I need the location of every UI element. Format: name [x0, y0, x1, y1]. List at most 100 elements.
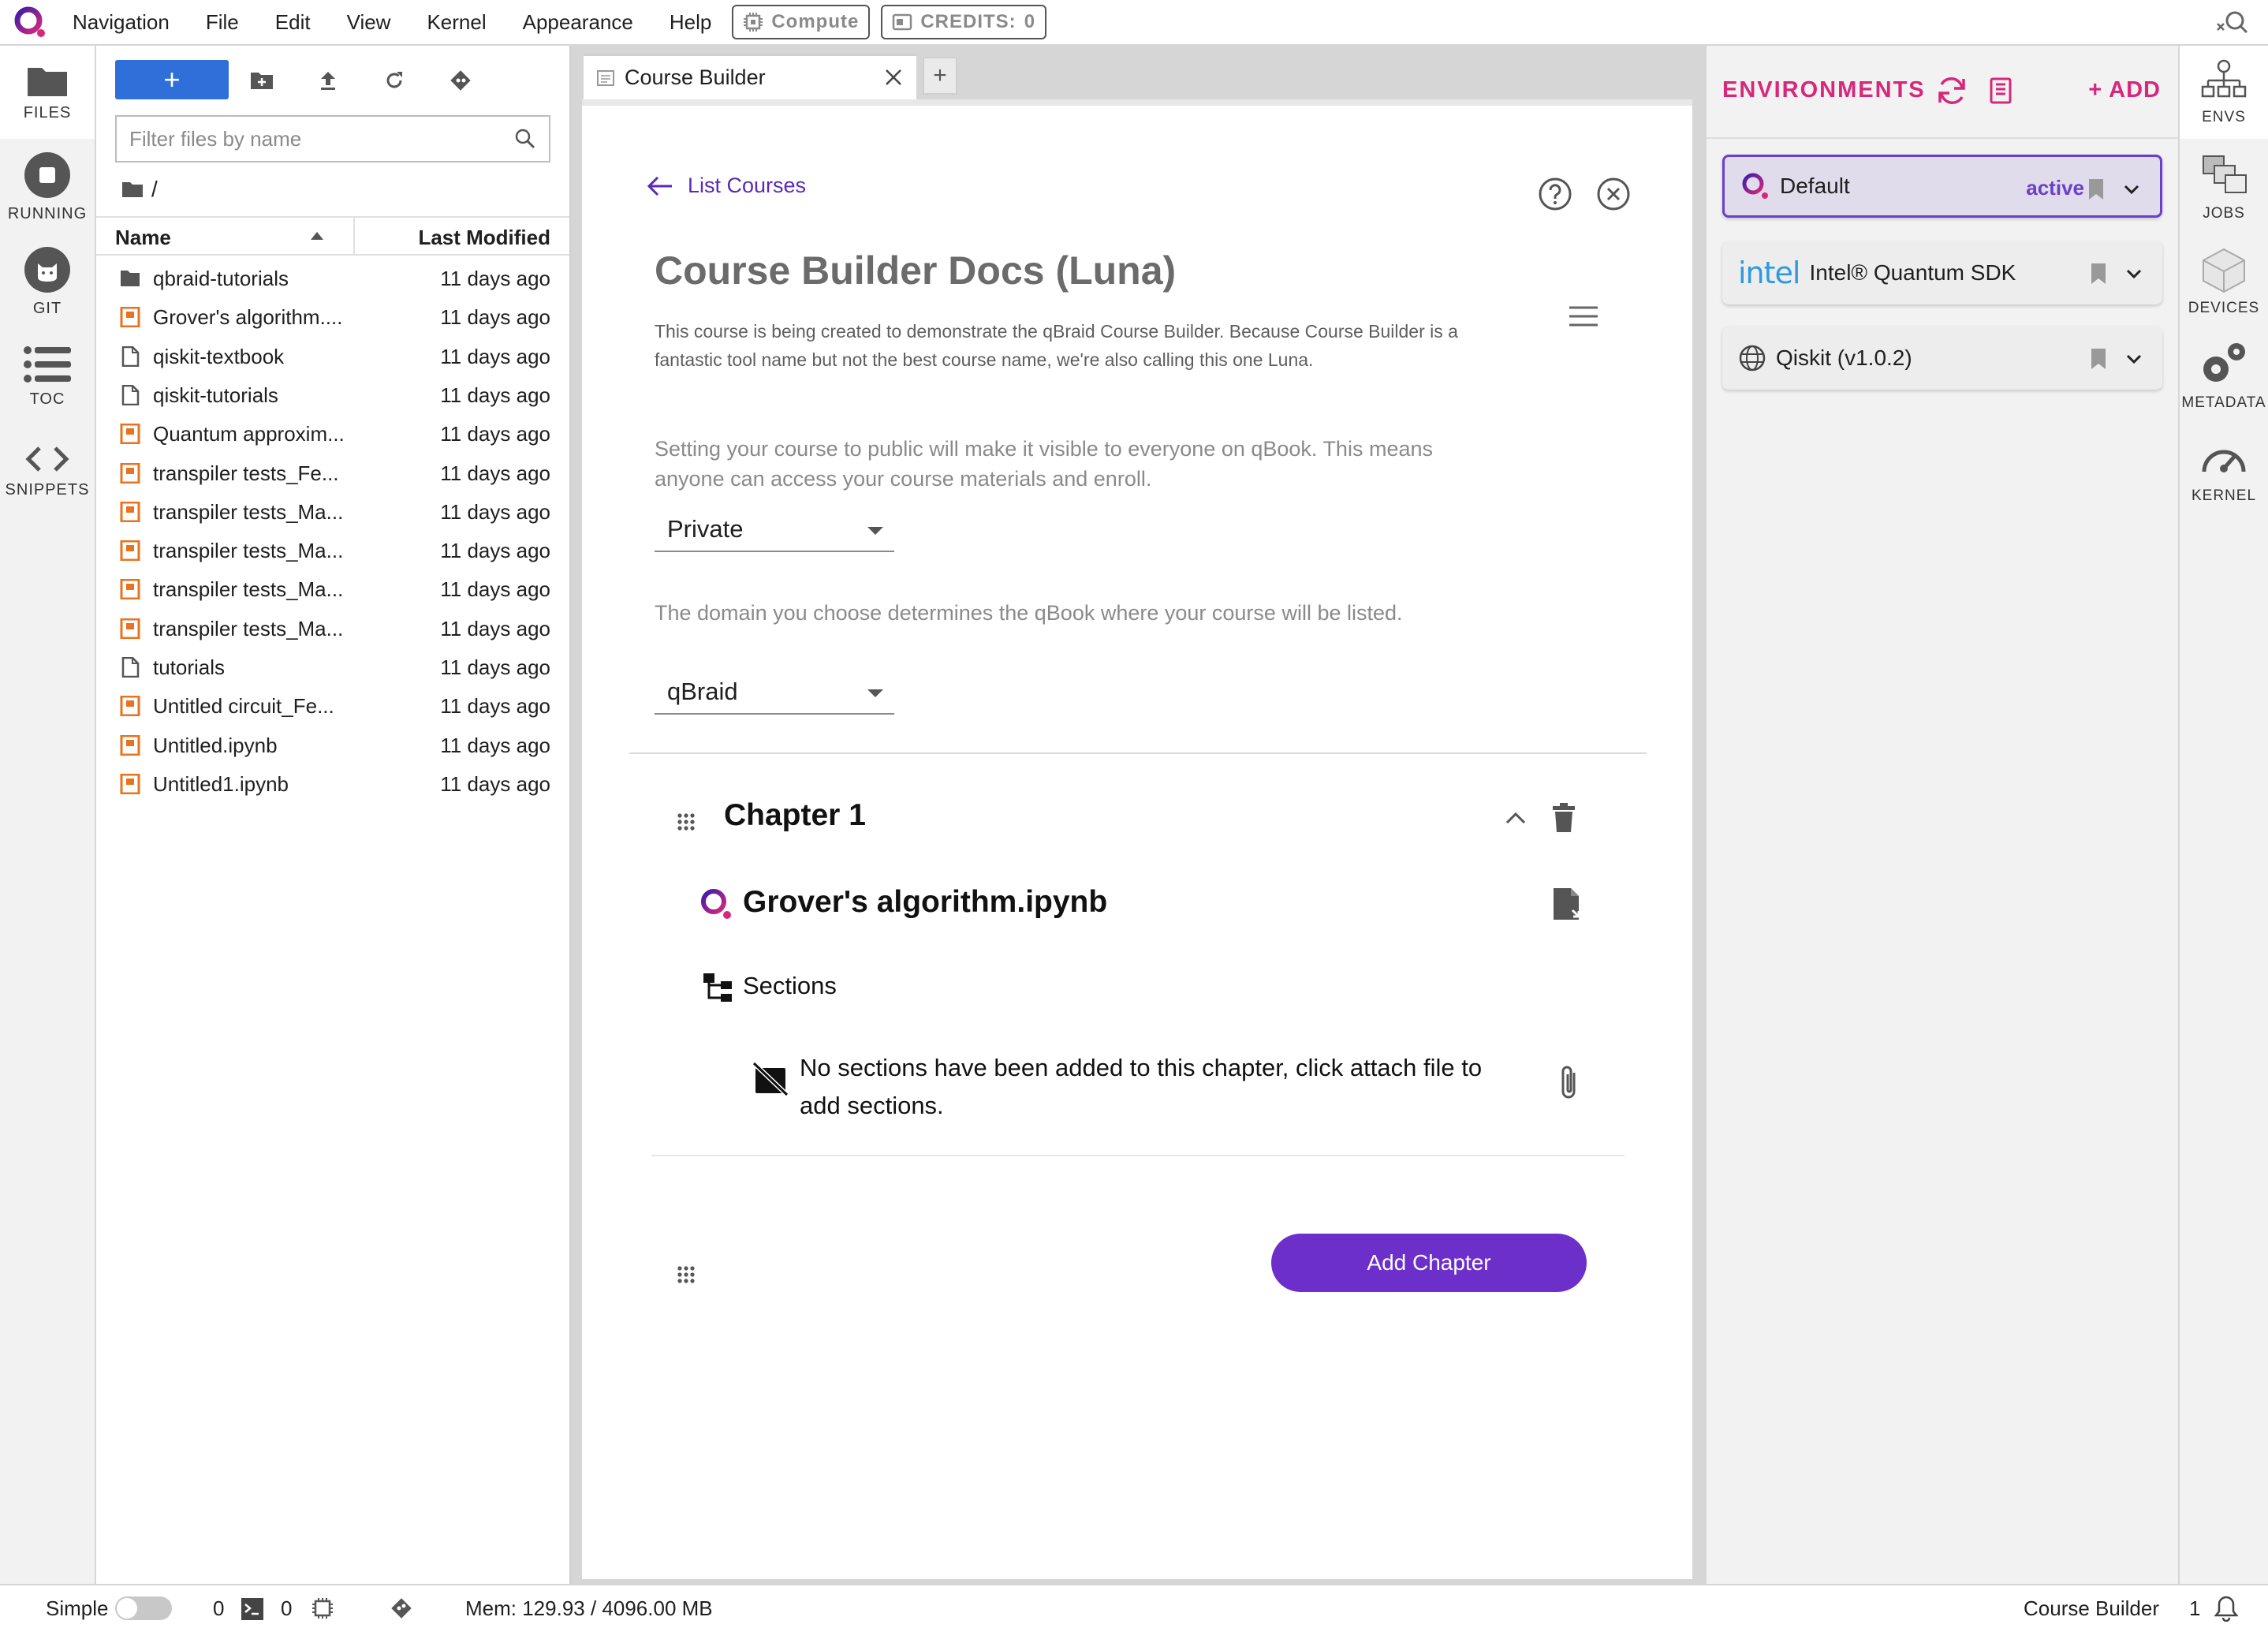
new-folder-button[interactable]: [244, 63, 279, 98]
file-list-item[interactable]: Untitled circuit_Fe... 11 days ago: [96, 686, 569, 725]
file-list-item[interactable]: transpiler tests_Ma... 11 days ago: [96, 531, 569, 569]
menu-file[interactable]: File: [206, 10, 239, 35]
activity-tab-snippets[interactable]: SNIPPETS: [0, 424, 95, 517]
sections-label: Sections: [743, 972, 837, 999]
file-list-item[interactable]: tutorials 11 days ago: [96, 648, 569, 686]
refresh-button[interactable]: [377, 63, 412, 98]
chevron-down-icon[interactable]: [2126, 268, 2142, 279]
bell-icon[interactable]: [2214, 1595, 2238, 1622]
menu-edit[interactable]: Edit: [275, 10, 311, 35]
menu-help[interactable]: Help: [670, 10, 711, 35]
git-clone-button[interactable]: [443, 63, 478, 98]
activity-tab-kernel[interactable]: KERNEL: [2180, 424, 2268, 517]
credits-badge[interactable]: CREDITS: 0: [881, 5, 1047, 39]
notification-count[interactable]: 1: [2189, 1596, 2200, 1621]
close-circle-icon[interactable]: [1596, 177, 1631, 211]
add-environment-button[interactable]: + ADD: [2088, 77, 2161, 103]
menu-kernel[interactable]: Kernel: [427, 10, 486, 35]
add-tab-button[interactable]: +: [923, 57, 957, 95]
activity-tab-toc[interactable]: TOC: [0, 330, 95, 423]
chevron-down-icon[interactable]: [2124, 184, 2139, 195]
activity-tab-jobs[interactable]: JOBS: [2180, 140, 2268, 233]
activity-tab-metadata[interactable]: METADATA: [2180, 330, 2268, 423]
qbraid-logo-icon[interactable]: [11, 3, 49, 41]
trash-icon[interactable]: [1552, 803, 1576, 833]
column-modified-header[interactable]: Last Modified: [418, 226, 550, 250]
course-description[interactable]: This course is being created to demonstr…: [655, 317, 1506, 374]
chapter-notebook-title[interactable]: Grover's algorithm.ipynb: [743, 885, 1107, 920]
bookmark-icon[interactable]: [2090, 347, 2107, 371]
open-file-icon[interactable]: [1552, 887, 1583, 921]
new-launcher-button[interactable]: +: [115, 60, 229, 99]
file-list-item[interactable]: Grover's algorithm.... 11 days ago: [96, 297, 569, 336]
bookmark-icon[interactable]: [2090, 262, 2107, 286]
git-icon[interactable]: [390, 1596, 413, 1620]
list-courses-link[interactable]: List Courses: [647, 174, 806, 198]
book-icon[interactable]: [1989, 77, 2012, 104]
help-icon[interactable]: [1538, 177, 1572, 211]
compute-button[interactable]: Compute: [732, 5, 871, 39]
close-icon[interactable]: [883, 67, 904, 88]
upload-button[interactable]: [311, 63, 345, 98]
visibility-value: Private: [667, 515, 744, 543]
menu-navigation[interactable]: Navigation: [73, 10, 170, 35]
add-chapter-button[interactable]: Add Chapter: [1271, 1234, 1587, 1292]
drag-handle-icon[interactable]: [677, 1265, 696, 1284]
tab-label: Course Builder: [625, 65, 766, 89]
file-list-item[interactable]: transpiler tests_Ma... 11 days ago: [96, 609, 569, 648]
sort-ascending-icon[interactable]: [311, 232, 323, 240]
folder-icon[interactable]: [121, 181, 144, 198]
environment-intel-quantum-sdk[interactable]: intel Intel® Quantum SDK: [1722, 241, 2162, 304]
activity-tab-envs[interactable]: ENVS: [2180, 46, 2268, 139]
file-icon: [121, 657, 140, 678]
envs-icon: [2201, 59, 2247, 98]
activity-tab-running[interactable]: RUNNING: [0, 140, 95, 233]
column-divider[interactable]: [353, 218, 355, 256]
paperclip-icon[interactable]: [1560, 1065, 1579, 1101]
notebook-icon: [120, 618, 140, 639]
kernels-count[interactable]: 0: [213, 1596, 224, 1621]
chevron-down-icon[interactable]: [2126, 353, 2142, 364]
activity-tab-devices[interactable]: DEVICES: [2180, 235, 2268, 328]
menu-view[interactable]: View: [347, 10, 391, 35]
breadcrumb-path[interactable]: /: [151, 177, 158, 202]
course-title[interactable]: Course Builder Docs (Luna): [655, 248, 1176, 293]
activity-tab-git[interactable]: GIT: [0, 235, 95, 328]
tab-course-builder[interactable]: Course Builder: [584, 54, 916, 99]
file-list-item[interactable]: qbraid-tutorials 11 days ago: [96, 259, 569, 297]
filter-files-input[interactable]: [129, 126, 514, 151]
file-list-item[interactable]: qiskit-textbook 11 days ago: [96, 337, 569, 375]
simple-mode-toggle[interactable]: [115, 1596, 172, 1620]
menu-icon[interactable]: [1568, 304, 1599, 328]
filter-files-field[interactable]: [115, 115, 550, 162]
column-name-header[interactable]: Name: [115, 226, 171, 250]
chapter-title[interactable]: Chapter 1: [724, 798, 866, 833]
bookmark-icon[interactable]: [2087, 177, 2105, 201]
file-list-item[interactable]: Quantum approxim... 11 days ago: [96, 414, 569, 453]
main-dock: Course Builder + List Courses Course Bui…: [571, 46, 1705, 1584]
domain-value: qBraid: [667, 678, 738, 705]
file-list-item[interactable]: Untitled.ipynb 11 days ago: [96, 726, 569, 764]
terminal-icon[interactable]: [241, 1598, 263, 1620]
domain-select[interactable]: qBraid: [655, 670, 894, 715]
chip-icon[interactable]: [311, 1596, 334, 1620]
file-list-item[interactable]: transpiler tests_Fe... 11 days ago: [96, 454, 569, 492]
chevron-up-icon[interactable]: [1505, 811, 1527, 825]
environment-qiskit[interactable]: Qiskit (v1.0.2): [1722, 327, 2162, 390]
file-list-item[interactable]: transpiler tests_Ma... 11 days ago: [96, 492, 569, 531]
file-list-item[interactable]: qiskit-tutorials 11 days ago: [96, 375, 569, 414]
drag-handle-icon[interactable]: [677, 812, 696, 831]
terminals-count[interactable]: 0: [281, 1596, 292, 1621]
activity-tab-label: KERNEL: [2191, 487, 2257, 504]
activity-tab-label: RUNNING: [7, 204, 88, 222]
visibility-select[interactable]: Private: [655, 508, 894, 552]
refresh-icon[interactable]: [1935, 74, 1968, 107]
folder-icon: [121, 271, 140, 286]
search-icon[interactable]: [2214, 6, 2249, 41]
activity-tab-label: ENVS: [2202, 109, 2246, 125]
file-list-item[interactable]: transpiler tests_Ma... 11 days ago: [96, 569, 569, 608]
menu-appearance[interactable]: Appearance: [523, 10, 633, 35]
environment-default[interactable]: Default active: [1722, 155, 2162, 218]
file-list-item[interactable]: Untitled1.ipynb 11 days ago: [96, 764, 569, 803]
activity-tab-files[interactable]: FILES: [0, 46, 95, 139]
